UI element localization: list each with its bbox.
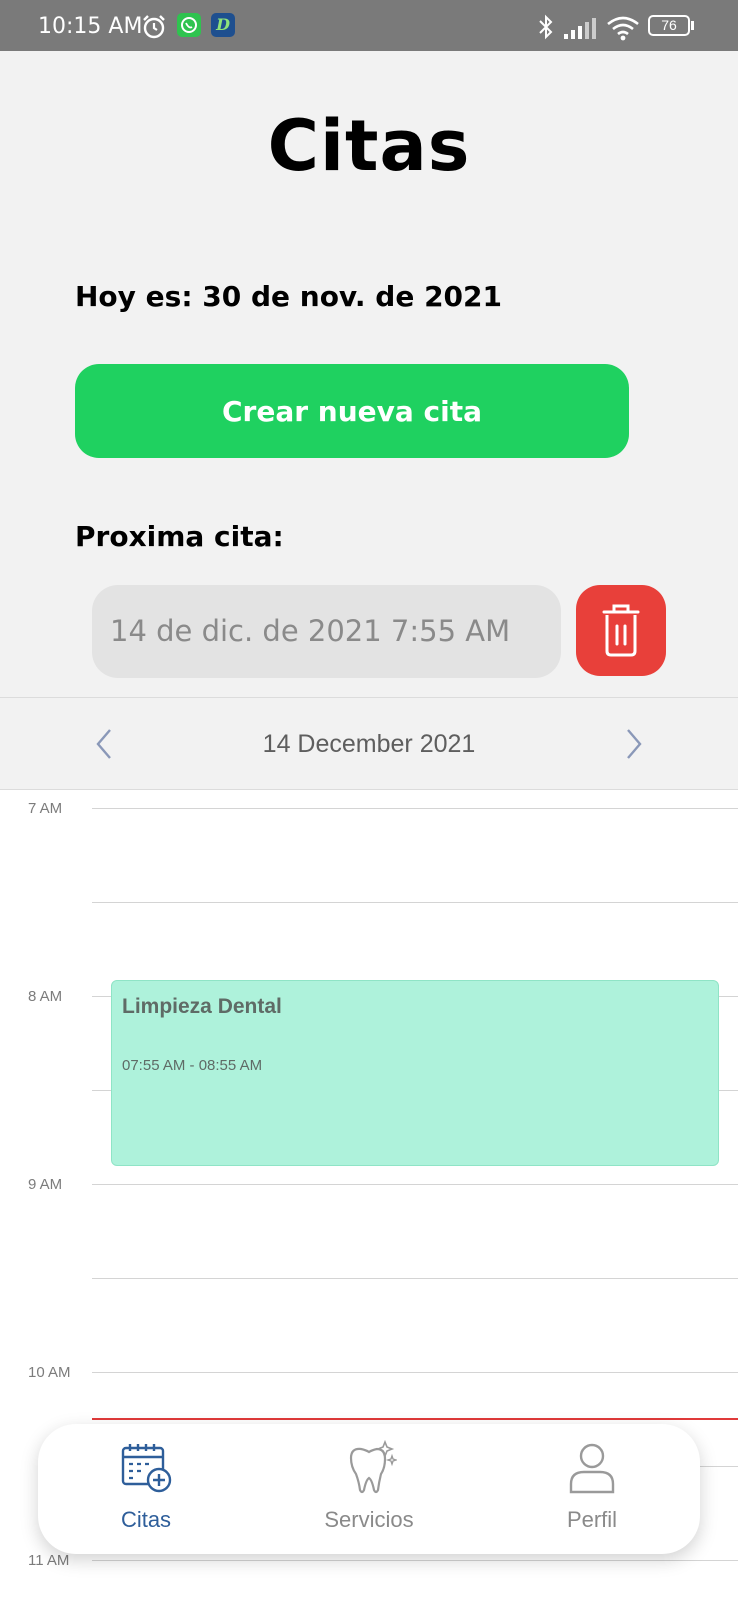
status-time: 10:15 AM — [38, 14, 143, 39]
signal-icon — [564, 18, 596, 39]
page-title: Citas — [267, 105, 471, 187]
day-navigation: 14 December 2021 — [0, 697, 738, 790]
tab-servicios[interactable]: Servicios — [279, 1439, 459, 1533]
today-date: Hoy es: 30 de nov. de 2021 — [75, 280, 502, 313]
alarm-icon — [143, 15, 165, 39]
appointment-event[interactable]: Limpieza Dental 07:55 AM - 08:55 AM — [111, 980, 719, 1166]
hour-line — [92, 808, 738, 809]
tab-citas[interactable]: Citas — [56, 1440, 236, 1533]
hour-line — [92, 1372, 738, 1373]
hour-label: 10 AM — [28, 1364, 71, 1381]
status-bar: 10:15 AM D 76 — [0, 0, 738, 51]
event-time: 07:55 AM - 08:55 AM — [122, 1057, 263, 1074]
app-d-icon: D — [211, 13, 235, 37]
hour-label: 7 AM — [28, 800, 63, 817]
next-appointment-label: Proxima cita: — [75, 520, 284, 553]
delete-appointment-button[interactable] — [576, 585, 666, 676]
half-hour-line — [92, 1278, 738, 1279]
next-day-button[interactable] — [618, 724, 648, 764]
whatsapp-icon — [177, 13, 201, 37]
tab-label: Citas — [120, 1507, 172, 1532]
current-time-line — [92, 1418, 738, 1420]
hour-label: 8 AM — [28, 988, 63, 1005]
hour-label: 9 AM — [28, 1176, 63, 1193]
event-title: Limpieza Dental — [122, 995, 282, 1018]
tab-perfil[interactable]: Perfil — [502, 1440, 682, 1533]
next-appointment-field: 14 de dic. de 2021 7:55 AM — [92, 585, 561, 678]
hour-line — [92, 1560, 738, 1561]
battery-tip — [691, 21, 694, 30]
hour-line — [92, 1184, 738, 1185]
battery-level: 76 — [661, 17, 677, 33]
tab-label: Perfil — [566, 1507, 618, 1532]
half-hour-line — [92, 902, 738, 903]
trash-icon — [602, 604, 640, 657]
tooth-sparkle-icon — [349, 1439, 399, 1494]
bluetooth-icon — [539, 14, 553, 40]
wifi-icon — [607, 16, 639, 41]
battery-icon: 76 — [648, 15, 690, 36]
hour-label: 11 AM — [28, 1552, 70, 1569]
calendar-plus-icon — [121, 1444, 172, 1493]
bottom-navigation: Citas Servicios Perfil — [38, 1424, 700, 1554]
user-icon — [569, 1443, 615, 1494]
tab-label: Servicios — [324, 1507, 414, 1532]
create-appointment-button[interactable]: Crear nueva cita — [75, 364, 629, 458]
